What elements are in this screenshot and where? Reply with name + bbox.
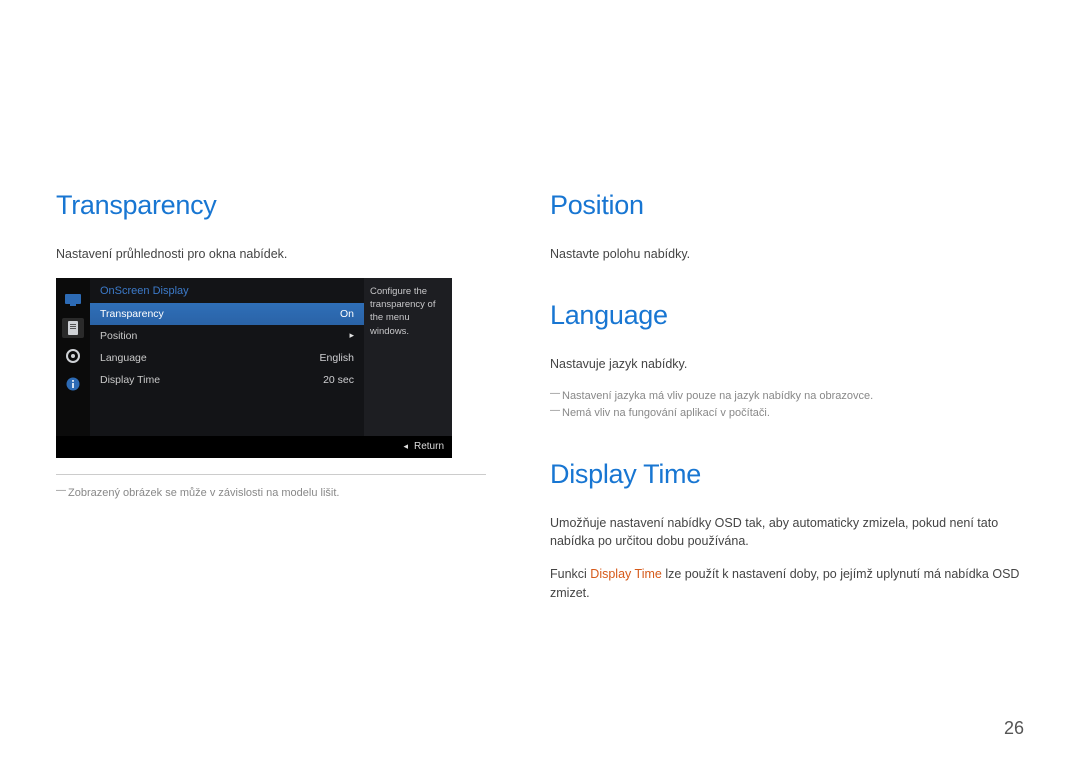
osd-row-value: 20 sec (323, 374, 354, 386)
osd-panel: OnScreen Display Transparency On Positio… (56, 278, 452, 458)
osd-footer: ◂ Return (56, 436, 452, 458)
gear-icon[interactable] (62, 346, 84, 366)
osd-row-label: Display Time (100, 374, 160, 386)
osd-sidebar (56, 278, 90, 436)
position-desc: Nastavte polohu nabídky. (550, 245, 1020, 264)
osd-row-label: Language (100, 352, 147, 364)
return-label[interactable]: Return (414, 441, 444, 452)
osd-row-value: English (320, 352, 354, 364)
language-note1: Nastavení jazyka má vliv pouze na jazyk … (550, 388, 1020, 406)
osd-help-text: Configure the transparency of the menu w… (364, 278, 452, 436)
osd-main: OnScreen Display Transparency On Positio… (90, 278, 364, 436)
displaytime-p1: Umožňuje nastavení nabídky OSD tak, aby … (550, 514, 1020, 552)
dt-p2a: Funkci (550, 567, 590, 581)
heading-language: Language (550, 300, 1020, 331)
return-arrow-icon: ◂ (403, 441, 408, 452)
osd-row-displaytime[interactable]: Display Time 20 sec (90, 369, 364, 391)
dt-p2b-highlight: Display Time (590, 567, 662, 581)
image-footnote: Zobrazený obrázek se může v závislosti n… (56, 485, 486, 503)
osd-row-value: On (340, 308, 354, 320)
monitor-icon[interactable] (62, 290, 84, 310)
info-icon[interactable] (62, 374, 84, 394)
document-icon[interactable] (62, 318, 84, 338)
divider (56, 474, 486, 475)
osd-row-label: Transparency (100, 308, 164, 320)
osd-row-position[interactable]: Position ▸ (90, 325, 364, 347)
osd-title: OnScreen Display (90, 278, 364, 303)
chevron-right-icon: ▸ (349, 330, 354, 341)
osd-row-label: Position (100, 330, 137, 342)
transparency-desc: Nastavení průhlednosti pro okna nabídek. (56, 245, 486, 264)
page-number: 26 (1004, 718, 1024, 739)
heading-position: Position (550, 190, 1020, 221)
displaytime-p2: Funkci Display Time lze použít k nastave… (550, 565, 1020, 603)
language-desc: Nastavuje jazyk nabídky. (550, 355, 1020, 374)
heading-transparency: Transparency (56, 190, 486, 221)
osd-row-language[interactable]: Language English (90, 347, 364, 369)
osd-row-transparency[interactable]: Transparency On (90, 303, 364, 325)
language-note2: Nemá vliv na fungování aplikací v počíta… (550, 405, 1020, 423)
heading-displaytime: Display Time (550, 459, 1020, 490)
